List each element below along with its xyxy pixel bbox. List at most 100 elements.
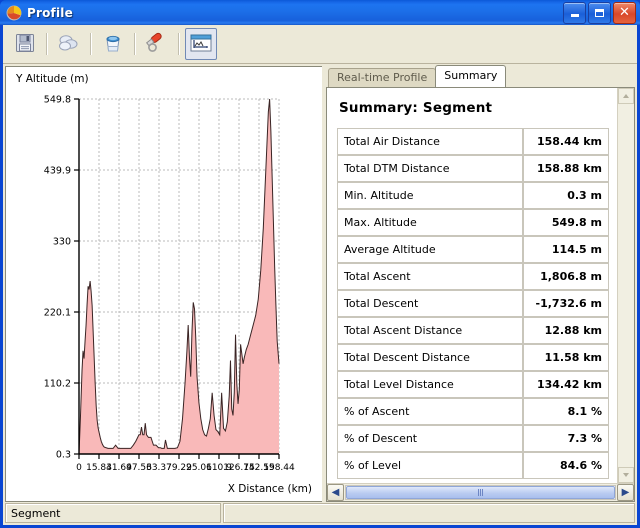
summary-row-label: Total Level Distance [337, 371, 523, 398]
status-panel-segment: Segment [5, 503, 221, 523]
summary-row-value: 12.88 km [523, 317, 609, 344]
summary-row-value: 158.88 km [523, 155, 609, 182]
summary-row-label: Total Descent [337, 290, 523, 317]
svg-text:330: 330 [53, 237, 71, 248]
status-bar: Segment [3, 502, 637, 525]
elevation-profile-chart[interactable]: 549.8439.9330220.1110.20.30 15.8431.6947.… [6, 67, 322, 502]
summary-row-value: 8.1 % [523, 398, 609, 425]
summary-row-label: Total Descent Distance [337, 344, 523, 371]
summary-content: Summary: Segment Total Air Distance 158.4… [327, 88, 617, 483]
summary-row-value: 1,806.8 m [523, 263, 609, 290]
summary-heading: Summary: Segment [339, 100, 493, 116]
minimize-button[interactable] [563, 1, 586, 24]
summary-row-value: 114.5 m [523, 236, 609, 263]
paste-button[interactable] [97, 28, 129, 60]
toolbar-separator [134, 33, 136, 55]
summary-vertical-scrollbar[interactable] [617, 88, 634, 483]
summary-row-label: Total DTM Distance [337, 155, 523, 182]
erase-button[interactable] [141, 28, 173, 60]
toolbar-separator [178, 33, 180, 55]
window-title: Profile [27, 5, 73, 20]
maximize-button[interactable] [588, 1, 611, 24]
svg-text:549.8: 549.8 [44, 95, 71, 106]
profile-window: Profile ✕ Y Altitude (m) X Distance (km)… [0, 0, 640, 528]
profile-chart-icon [189, 33, 213, 56]
toolbar-separator [90, 33, 92, 55]
caption-button-group: ✕ [563, 1, 638, 24]
summary-row-label: Total Ascent Distance [337, 317, 523, 344]
tab-real-time-profile[interactable]: Real-time Profile [328, 68, 437, 87]
summary-row-label: % of Level [337, 452, 523, 479]
profile-chart-pane: Y Altitude (m) X Distance (km) 549.8 439.… [5, 66, 322, 502]
svg-text:220.1: 220.1 [44, 308, 71, 319]
summary-row-label: Min. Altitude [337, 182, 523, 209]
summary-row-label: Total Ascent [337, 263, 523, 290]
summary-row-value: 158.44 km [523, 128, 609, 155]
chevron-right-icon: ▶ [621, 486, 630, 498]
table-row: % of Level 84.6 % [337, 452, 609, 479]
scroll-down-button[interactable] [618, 467, 634, 483]
table-row: Max. Altitude 549.8 m [337, 209, 609, 236]
copy-button[interactable] [53, 28, 85, 60]
summary-row-label: Max. Altitude [337, 209, 523, 236]
summary-row-value: 0.3 m [523, 182, 609, 209]
table-row: % of Ascent 8.1 % [337, 398, 609, 425]
tab-body: Summary: Segment Total Air Distance 158.4… [326, 87, 635, 502]
tab-strip: Real-time Profile Summary [326, 65, 635, 87]
summary-row-label: Total Air Distance [337, 128, 523, 155]
table-row: Total Descent Distance 11.58 km [337, 344, 609, 371]
main-toolbar [3, 25, 637, 64]
hscroll-track[interactable] [345, 485, 616, 500]
summary-row-label: % of Ascent [337, 398, 523, 425]
table-row: Total DTM Distance 158.88 km [337, 155, 609, 182]
table-row: Total Air Distance 158.44 km [337, 128, 609, 155]
status-panel-secondary [223, 503, 635, 523]
toolbar-separator [46, 33, 48, 55]
summary-horizontal-scrollbar[interactable]: ◀ ▶ [327, 483, 634, 501]
chevron-up-icon [623, 94, 629, 98]
window-title-bar: Profile ✕ [0, 0, 640, 25]
hscroll-thumb[interactable] [346, 486, 615, 499]
minimize-icon [570, 14, 579, 17]
table-row: Average Altitude 114.5 m [337, 236, 609, 263]
save-icon [14, 32, 36, 57]
summary-row-value: 549.8 m [523, 209, 609, 236]
grip-icon [478, 489, 483, 496]
svg-text:0: 0 [76, 463, 82, 473]
svg-text:110.2: 110.2 [44, 379, 71, 390]
scroll-up-button[interactable] [618, 88, 634, 104]
table-row: % of Descent 7.3 % [337, 425, 609, 452]
svg-text:158.44: 158.44 [263, 463, 295, 473]
svg-text:439.9: 439.9 [44, 166, 71, 177]
save-button[interactable] [9, 28, 41, 60]
table-row: Total Ascent Distance 12.88 km [337, 317, 609, 344]
summary-table: Total Air Distance 158.44 km Total DTM Dis… [337, 128, 609, 479]
tab-inner: Summary: Segment Total Air Distance 158.4… [327, 88, 634, 483]
summary-row-label: Average Altitude [337, 236, 523, 263]
profile-app-icon [6, 5, 22, 21]
scroll-left-button[interactable]: ◀ [327, 484, 344, 501]
summary-pane: Real-time Profile Summary Summary: Segme… [326, 65, 635, 502]
profile-chart-button[interactable] [185, 28, 217, 60]
copy-icon [57, 32, 81, 57]
paste-bucket-icon [102, 32, 124, 57]
summary-row-value: 84.6 % [523, 452, 609, 479]
eraser-icon [145, 32, 169, 57]
close-icon: ✕ [619, 5, 630, 20]
summary-row-value: 11.58 km [523, 344, 609, 371]
summary-row-value: 134.42 km [523, 371, 609, 398]
summary-row-value: -1,732.6 m [523, 290, 609, 317]
table-row: Min. Altitude 0.3 m [337, 182, 609, 209]
scroll-right-button[interactable]: ▶ [617, 484, 634, 501]
chevron-down-icon [623, 473, 629, 477]
summary-row-label: % of Descent [337, 425, 523, 452]
window-content: Y Altitude (m) X Distance (km) 549.8 439.… [3, 64, 637, 502]
table-row: Total Ascent 1,806.8 m [337, 263, 609, 290]
summary-row-value: 7.3 % [523, 425, 609, 452]
chevron-left-icon: ◀ [331, 486, 340, 498]
table-row: Total Level Distance 134.42 km [337, 371, 609, 398]
table-row: Total Descent -1,732.6 m [337, 290, 609, 317]
close-button[interactable]: ✕ [613, 1, 636, 24]
tab-summary[interactable]: Summary [435, 65, 507, 87]
svg-text:0.3: 0.3 [56, 450, 71, 461]
